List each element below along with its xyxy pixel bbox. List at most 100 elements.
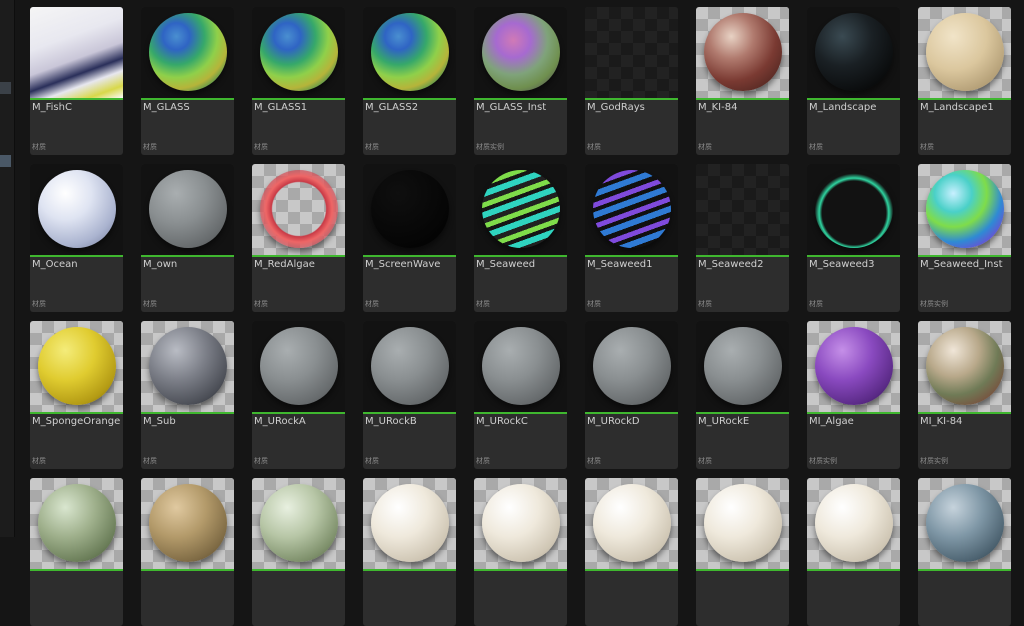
asset-type-color-bar — [918, 98, 1011, 100]
panel-tab-marker[interactable] — [0, 82, 11, 94]
asset-thumbnail — [141, 164, 234, 255]
asset-thumbnail — [696, 7, 789, 98]
asset-tile[interactable]: M_URockC 材质 — [474, 321, 567, 469]
asset-tile[interactable]: M_Sub 材质 — [141, 321, 234, 469]
asset-type-color-bar — [474, 412, 567, 414]
asset-type-color-bar — [807, 255, 900, 257]
asset-tile[interactable]: M_FishC 材质 — [30, 7, 123, 155]
asset-tile[interactable]: MI_Algae 材质实例 — [807, 321, 900, 469]
asset-type-label: 材质 — [698, 143, 712, 151]
material-sphere-preview — [371, 170, 449, 248]
asset-type-color-bar — [807, 569, 900, 571]
asset-thumbnail — [696, 164, 789, 255]
asset-tile[interactable]: M_URockB 材质 — [363, 321, 456, 469]
material-sphere-preview — [260, 484, 338, 562]
material-sphere-preview — [149, 170, 227, 248]
asset-type-color-bar — [807, 98, 900, 100]
material-sphere-preview — [704, 13, 782, 91]
asset-thumbnail — [30, 321, 123, 412]
asset-type-color-bar — [918, 255, 1011, 257]
asset-thumbnail — [474, 7, 567, 98]
asset-name: M_Seaweed — [476, 259, 536, 270]
asset-type-label: 材质 — [587, 300, 601, 308]
asset-type-color-bar — [363, 98, 456, 100]
asset-type-label: 材质实例 — [476, 143, 504, 151]
left-panel-edge — [0, 0, 15, 537]
asset-type-color-bar — [252, 98, 345, 100]
asset-thumbnail — [585, 164, 678, 255]
asset-type-label: 材质 — [920, 143, 934, 151]
asset-tile[interactable]: M_Landscape 材质 — [807, 7, 900, 155]
asset-name: M_ScreenWave — [365, 259, 441, 270]
asset-tile[interactable]: M_GodRays 材质 — [585, 7, 678, 155]
asset-tile[interactable] — [807, 478, 900, 626]
asset-tile[interactable]: M_Landscape1 材质 — [918, 7, 1011, 155]
asset-tile[interactable]: M_Seaweed 材质 — [474, 164, 567, 312]
asset-thumbnail — [252, 321, 345, 412]
asset-type-color-bar — [696, 412, 789, 414]
asset-name: M_GodRays — [587, 102, 645, 113]
asset-tile[interactable]: M_Seaweed3 材质 — [807, 164, 900, 312]
asset-name: M_GLASS1 — [254, 102, 308, 113]
asset-thumbnail — [30, 478, 123, 569]
asset-type-color-bar — [585, 98, 678, 100]
asset-type-label: 材质 — [143, 300, 157, 308]
asset-tile[interactable]: M_Ocean 材质 — [30, 164, 123, 312]
asset-tile[interactable]: M_GLASS_Inst 材质实例 — [474, 7, 567, 155]
material-sphere-preview — [593, 170, 671, 248]
asset-tile[interactable] — [585, 478, 678, 626]
asset-tile[interactable]: M_GLASS 材质 — [141, 7, 234, 155]
asset-thumbnail — [807, 478, 900, 569]
asset-thumbnail — [141, 478, 234, 569]
asset-type-color-bar — [252, 569, 345, 571]
asset-tile[interactable]: M_Seaweed2 材质 — [696, 164, 789, 312]
material-sphere-preview — [815, 170, 893, 248]
asset-name: M_FishC — [32, 102, 72, 113]
asset-tile[interactable]: M_GLASS1 材质 — [252, 7, 345, 155]
asset-name: MI_KI-84 — [920, 416, 963, 427]
asset-thumbnail — [696, 321, 789, 412]
asset-name: M_Seaweed_Inst — [920, 259, 1003, 270]
asset-name: M_URockA — [254, 416, 306, 427]
asset-tile[interactable]: M_own 材质 — [141, 164, 234, 312]
asset-tile[interactable]: MI_KI-84 材质实例 — [918, 321, 1011, 469]
asset-tile[interactable]: M_Seaweed_Inst 材质实例 — [918, 164, 1011, 312]
asset-tile[interactable]: M_URockA 材质 — [252, 321, 345, 469]
asset-tile[interactable] — [363, 478, 456, 626]
asset-tile[interactable]: M_URockE 材质 — [696, 321, 789, 469]
asset-type-color-bar — [363, 569, 456, 571]
material-sphere-preview — [593, 484, 671, 562]
asset-type-label: 材质 — [476, 300, 490, 308]
asset-tile[interactable] — [141, 478, 234, 626]
material-sphere-preview — [149, 484, 227, 562]
asset-type-color-bar — [585, 255, 678, 257]
asset-thumbnail — [474, 478, 567, 569]
asset-tile[interactable]: M_Seaweed1 材质 — [585, 164, 678, 312]
asset-name: M_GLASS — [143, 102, 190, 113]
asset-name: M_KI-84 — [698, 102, 738, 113]
asset-type-color-bar — [30, 255, 123, 257]
material-sphere-preview — [593, 327, 671, 405]
asset-tile[interactable] — [474, 478, 567, 626]
asset-tile[interactable] — [696, 478, 789, 626]
asset-type-color-bar — [474, 569, 567, 571]
asset-type-color-bar — [363, 255, 456, 257]
asset-type-label: 材质 — [809, 300, 823, 308]
asset-thumbnail — [918, 478, 1011, 569]
asset-tile[interactable]: M_URockD 材质 — [585, 321, 678, 469]
panel-tab-marker-selected[interactable] — [0, 155, 11, 167]
asset-tile[interactable]: M_KI-84 材质 — [696, 7, 789, 155]
asset-tile[interactable] — [918, 478, 1011, 626]
asset-type-label: 材质 — [698, 457, 712, 465]
asset-type-color-bar — [807, 412, 900, 414]
asset-tile[interactable]: M_ScreenWave 材质 — [363, 164, 456, 312]
asset-tile[interactable] — [252, 478, 345, 626]
asset-tile[interactable]: M_RedAlgae 材质 — [252, 164, 345, 312]
asset-tile[interactable]: M_GLASS2 材质 — [363, 7, 456, 155]
asset-name: M_URockE — [698, 416, 750, 427]
asset-type-label: 材质 — [476, 457, 490, 465]
asset-tile[interactable]: M_SpongeOrange 材质 — [30, 321, 123, 469]
asset-thumbnail — [585, 321, 678, 412]
asset-type-color-bar — [141, 569, 234, 571]
asset-tile[interactable] — [30, 478, 123, 626]
